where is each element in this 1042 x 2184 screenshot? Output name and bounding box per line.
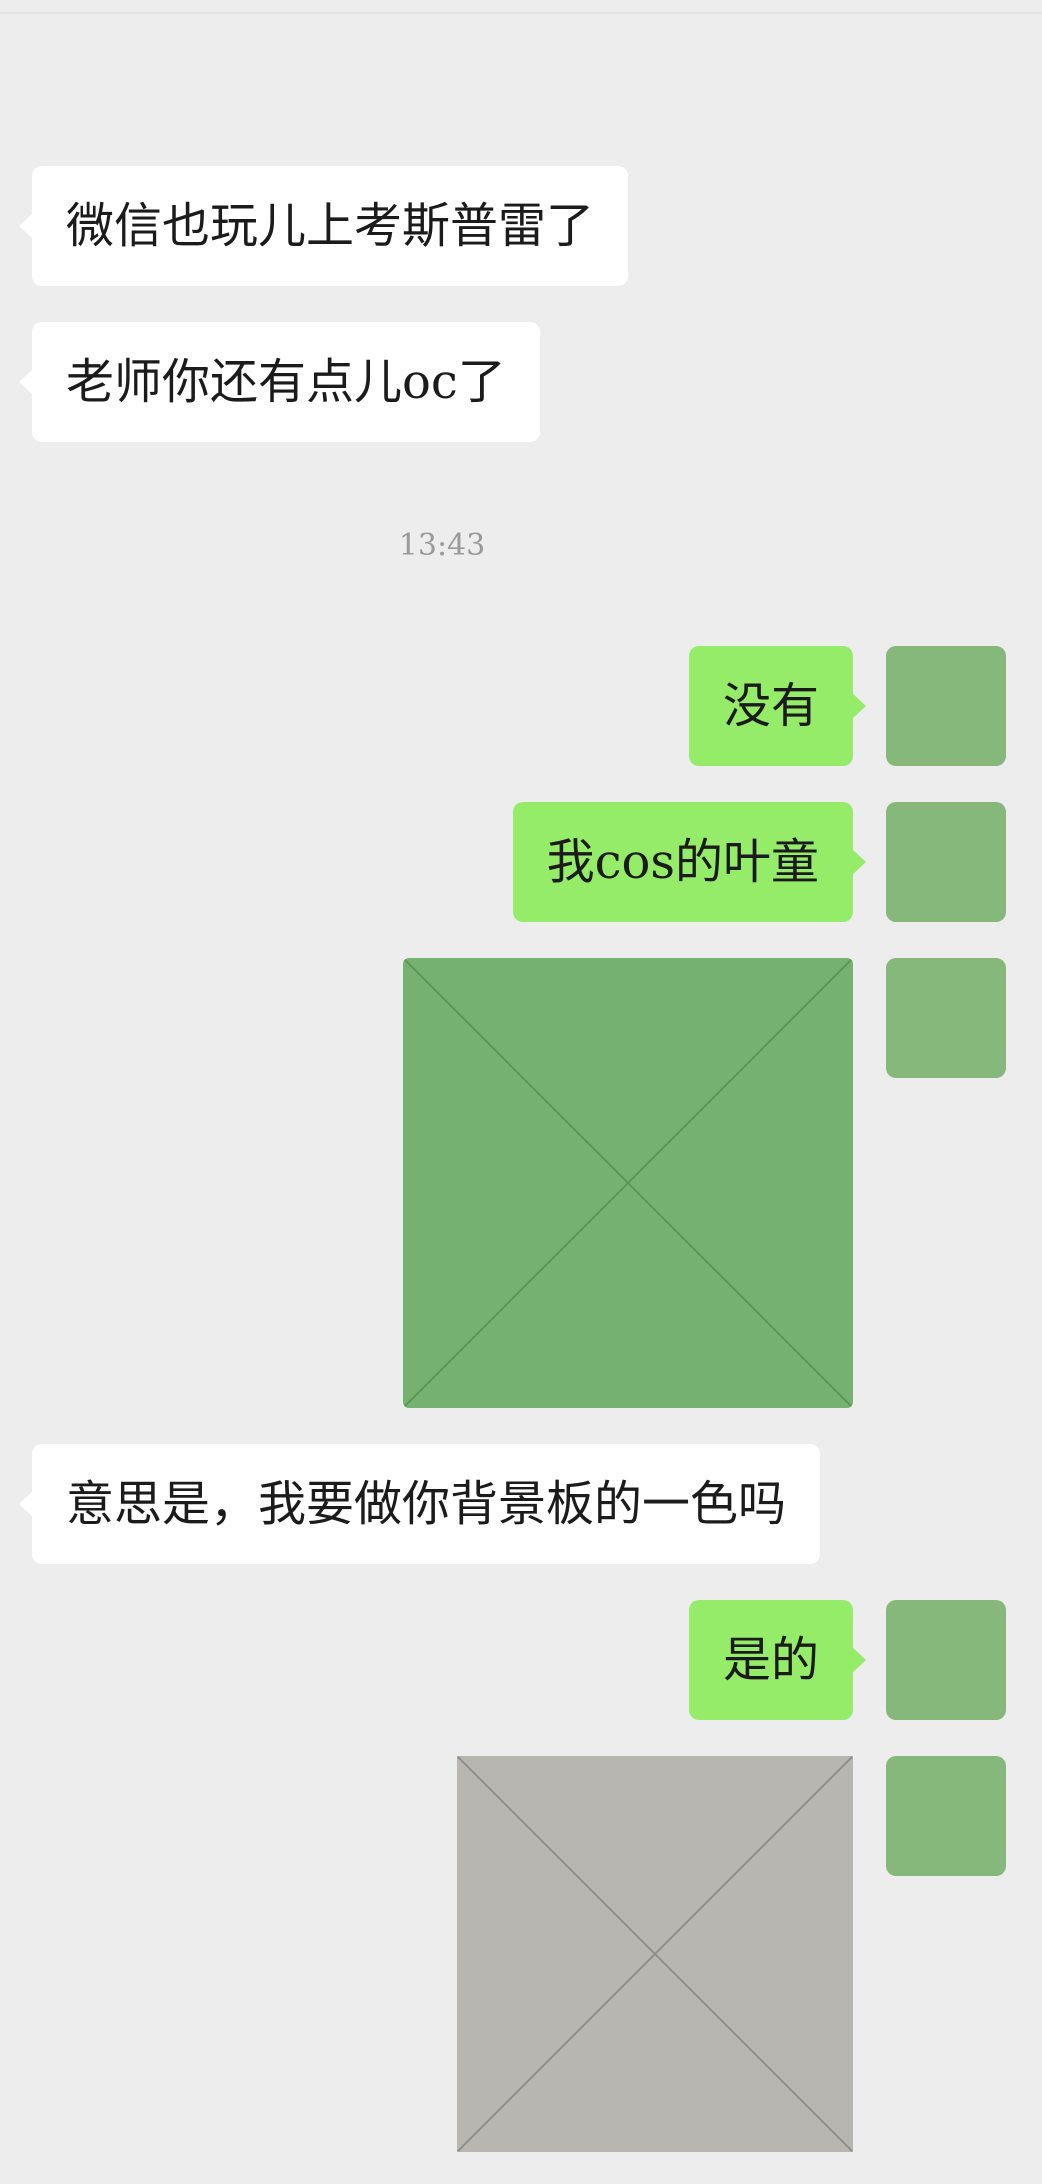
avatar[interactable] [886, 958, 1006, 1078]
avatar[interactable] [886, 1756, 1006, 1876]
image-placeholder [403, 958, 853, 1408]
top-divider [0, 12, 1042, 14]
avatar[interactable] [886, 646, 1006, 766]
message-bubble-outgoing[interactable]: 是的 [688, 1600, 867, 1720]
message-bubble-incoming[interactable]: 意思是，我要做你背景板的一色吗 [18, 1444, 821, 1564]
avatar[interactable] [886, 802, 1006, 922]
message-bubble-outgoing[interactable]: 没有 [688, 646, 867, 766]
message-bubble-incoming[interactable]: 微信也玩儿上考斯普雷了 [18, 166, 629, 286]
message-bubble-incoming[interactable]: 老师你还有点儿oc了 [19, 322, 540, 442]
image-message-dog-ducks[interactable] [457, 1756, 853, 2152]
avatar[interactable] [886, 1600, 1006, 1720]
message-bubble-outgoing[interactable]: 我cos的叶童 [512, 802, 867, 922]
image-placeholder [457, 1756, 853, 2152]
timestamp: 13:43 [398, 528, 486, 563]
image-message-portrait[interactable] [403, 958, 853, 1408]
